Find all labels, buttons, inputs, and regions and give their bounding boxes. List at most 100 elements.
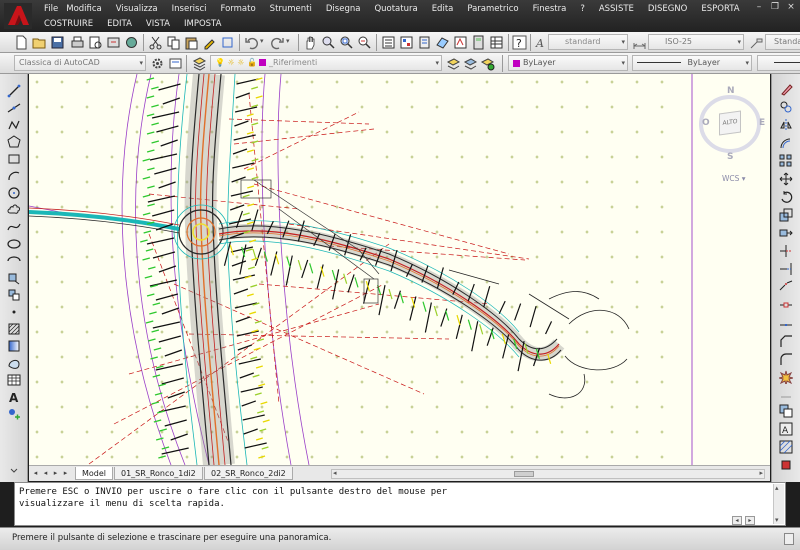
viewcube[interactable]: N S E O ALTO WCS ▾ (698, 80, 768, 190)
viewcube-west[interactable]: O (702, 118, 710, 128)
sheet-set-icon[interactable] (435, 35, 450, 50)
restore-icon[interactable]: ❐ (768, 2, 782, 13)
add-selected-icon[interactable] (7, 407, 21, 421)
lineweight-select[interactable] (757, 55, 800, 71)
linetype-select[interactable]: ByLayer ▾ (632, 55, 752, 71)
menu-file[interactable]: File (44, 4, 66, 14)
block-editor-icon[interactable] (220, 35, 235, 50)
table-icon[interactable] (7, 373, 21, 387)
rotate-icon[interactable] (779, 190, 793, 204)
3d-dwf-icon[interactable] (124, 35, 139, 50)
menu-strumenti[interactable]: Strumenti (270, 4, 326, 14)
hand-pan-icon[interactable] (303, 35, 318, 50)
fillet-icon[interactable] (779, 352, 793, 366)
wcs-menu[interactable]: WCS ▾ (722, 174, 746, 183)
offset-icon[interactable] (779, 136, 793, 150)
menu-assiste[interactable]: ASSISTE (599, 4, 648, 14)
arc-icon[interactable] (7, 169, 21, 183)
break-icon[interactable] (779, 298, 793, 312)
chamfer-icon[interactable] (779, 334, 793, 348)
layer-state-manager-icon[interactable] (480, 56, 495, 71)
plot-preview-icon[interactable] (88, 35, 103, 50)
quickcalc-icon[interactable] (471, 35, 486, 50)
cut-icon[interactable] (148, 35, 163, 50)
menu-disegna[interactable]: Disegna (326, 4, 375, 14)
menu-edita[interactable]: Edita (432, 4, 468, 14)
text-front-icon[interactable]: A (779, 422, 793, 436)
break-at-point-icon[interactable] (779, 280, 793, 294)
make-block-icon[interactable] (7, 288, 21, 302)
menu-vista[interactable]: VISTA (146, 19, 184, 29)
construction-line-icon[interactable] (7, 101, 21, 115)
layer-select[interactable]: 💡 ☼ ☼ 🔓 _Riferimenti ▾ (210, 55, 442, 71)
menu-inserisci[interactable]: Inserisci (172, 4, 221, 14)
close-icon[interactable]: × (784, 2, 798, 13)
draw-order-icon[interactable] (779, 404, 793, 418)
menu-costruire[interactable]: COSTRUIRE (44, 19, 107, 29)
explode-icon[interactable] (779, 370, 793, 384)
command-scroll-right-icon[interactable]: ▸ (744, 516, 755, 525)
first-tab-icon[interactable]: ◂ (31, 469, 40, 478)
hatch-back-icon[interactable] (779, 440, 793, 454)
region-icon[interactable] (7, 356, 21, 370)
zoom-window-icon[interactable] (339, 35, 354, 50)
polyline-icon[interactable] (7, 118, 21, 132)
array-icon[interactable] (779, 154, 793, 168)
markup-set-icon[interactable] (453, 35, 468, 50)
copy-icon[interactable] (166, 35, 181, 50)
previous-tab-icon[interactable]: ◂ (41, 469, 50, 478)
plot-icon[interactable] (70, 35, 85, 50)
dbconnect-icon[interactable] (489, 35, 504, 50)
layer-previous-icon[interactable] (463, 56, 478, 71)
open-folder-icon[interactable] (32, 35, 47, 50)
circle-icon[interactable] (7, 186, 21, 200)
publish-icon[interactable] (106, 35, 121, 50)
viewcube-east[interactable]: E (759, 118, 765, 128)
minimize-icon[interactable]: – (752, 2, 766, 13)
toolbar-overflow-icon[interactable] (9, 466, 19, 476)
tab-layout-1[interactable]: 01_SR_Ronco_1di2 (114, 467, 203, 480)
save-icon[interactable] (50, 35, 65, 50)
ellipse-arc-icon[interactable] (7, 254, 21, 268)
horizontal-scrollbar[interactable]: ◂ ▸ (331, 469, 765, 479)
menu-finestra[interactable]: Finestra (533, 4, 581, 14)
menu-formato[interactable]: Formato (221, 4, 270, 14)
viewcube-south[interactable]: S (727, 152, 733, 162)
match-properties-icon[interactable] (202, 35, 217, 50)
tab-model[interactable]: Model (75, 467, 114, 480)
autocad-logo-icon[interactable] (4, 3, 32, 29)
scale-icon[interactable] (779, 208, 793, 222)
command-line[interactable]: Premere ESC o INVIO per uscire o fare cl… (14, 482, 786, 526)
viewcube-top-face[interactable]: ALTO (719, 110, 741, 136)
menu-visualizza[interactable]: Visualizza (116, 4, 172, 14)
menu-parametrico[interactable]: Parametrico (467, 4, 532, 14)
drawing-canvas[interactable]: N S E O ALTO WCS ▾ (29, 74, 770, 465)
next-tab-icon[interactable]: ▸ (51, 469, 60, 478)
make-object-layer-current-icon[interactable] (446, 56, 461, 71)
scroll-down-icon[interactable]: ▾ (775, 516, 779, 524)
layer-thaw-viewport-sun-icon[interactable]: ☼ (237, 58, 244, 67)
polygon-icon[interactable] (7, 135, 21, 149)
join-icon[interactable] (779, 316, 793, 330)
dim-style-select[interactable]: ISO-25 ▾ (648, 34, 744, 50)
layer-thaw-sun-icon[interactable]: ☼ (228, 58, 235, 67)
ellipse-icon[interactable] (7, 237, 21, 251)
zoom-realtime-icon[interactable] (321, 35, 336, 50)
bring-to-front-icon[interactable] (779, 458, 793, 472)
hatch-icon[interactable] (7, 322, 21, 336)
command-scroll-left-icon[interactable]: ◂ (732, 516, 742, 525)
help-icon[interactable]: ? (512, 35, 527, 50)
tool-palettes-icon[interactable] (417, 35, 432, 50)
properties-icon[interactable] (381, 35, 396, 50)
last-tab-icon[interactable]: ▸ (61, 469, 70, 478)
menu-quotatura[interactable]: Quotatura (374, 4, 431, 14)
move-icon[interactable] (779, 172, 793, 186)
command-horizontal-scroll[interactable]: ◂ ▸ (732, 515, 772, 525)
text-style-icon[interactable]: A (535, 35, 549, 50)
workspace-select[interactable]: Classica di AutoCAD ▾ (14, 55, 146, 71)
layer-properties-icon[interactable] (192, 56, 207, 71)
mirror-icon[interactable] (779, 118, 793, 132)
menu-edita-2[interactable]: EDITA (107, 19, 146, 29)
cad-drawing[interactable] (29, 74, 770, 465)
layer-unlock-icon[interactable]: 🔓 (247, 58, 257, 67)
